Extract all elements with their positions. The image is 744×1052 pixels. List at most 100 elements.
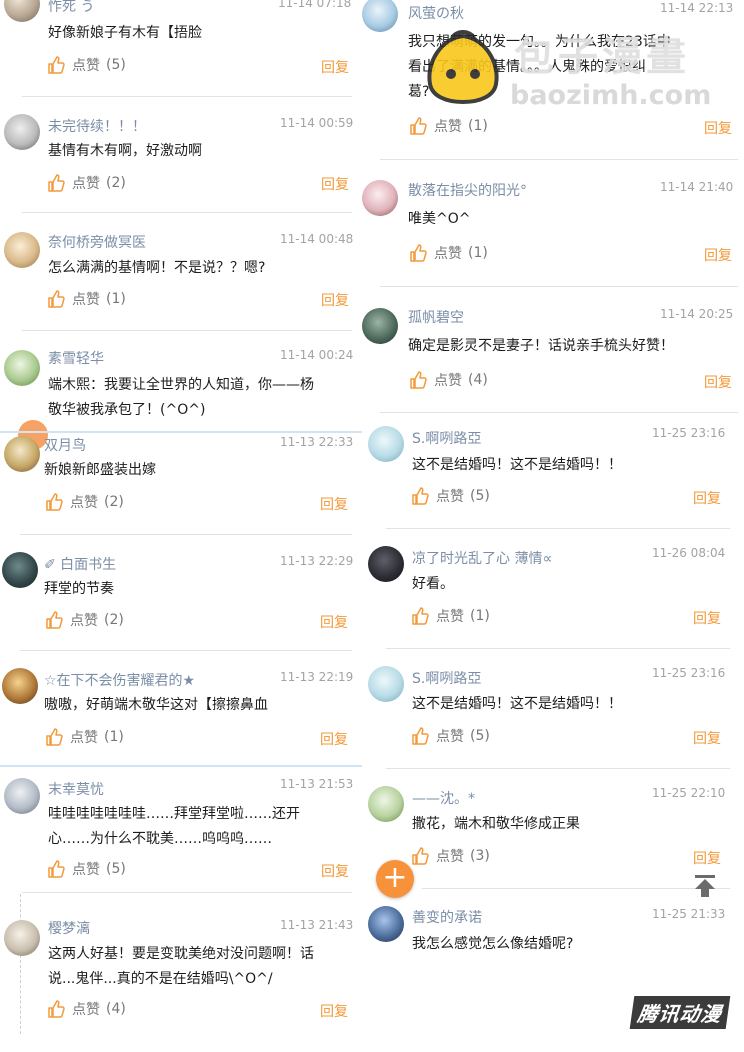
reply-button[interactable]: 回复 [320,1001,348,1021]
comment-username[interactable]: 怍死 う [48,0,94,16]
comment-username[interactable]: 未完待续！！！ [48,116,146,136]
comment-username[interactable]: 末幸莫忧 [48,779,104,799]
reply-button[interactable]: 回复 [321,57,349,77]
arrow-up-icon[interactable] [692,873,718,899]
avatar[interactable] [368,786,404,822]
reply-button[interactable]: 回复 [704,372,732,392]
like-button[interactable]: 点赞 (1) [408,242,488,264]
reply-button[interactable]: 回复 [321,290,349,310]
like-button[interactable]: 点赞 (1) [44,726,124,748]
comment-username[interactable]: 善变的承诺 [412,907,482,927]
avatar[interactable] [362,308,398,344]
avatar[interactable] [368,906,404,942]
reply-button[interactable]: 回复 [320,494,348,514]
like-label: 点赞 [434,246,462,262]
comment-time: 11-13 21:53 [280,777,354,791]
comment-item: S.啊咧路亞 11-25 23:16 这不是结婚吗！这不是结婚吗！！ 点赞 (5… [362,420,744,530]
thumb-up-icon [48,1000,65,1018]
comment-time: 11-13 21:43 [280,918,354,932]
reply-button[interactable]: 回复 [693,488,721,508]
divider [20,534,352,535]
avatar[interactable] [4,350,40,386]
comment-text: 这两人好基！要是变耽美绝对没问题啊！话 [48,946,314,962]
comment-username[interactable]: 樱梦漓 [48,918,90,938]
like-button[interactable]: 点赞 (4) [408,369,488,391]
like-button[interactable]: 点赞 (2) [44,609,124,631]
comment-item: 奈何桥旁做冥医 11-14 00:48 怎么满满的基情啊！不是说？？嗯? 点赞 … [0,226,362,326]
comment-username[interactable]: 凉了时光乱了心 薄情∝ [412,548,552,568]
reply-button[interactable]: 回复 [321,174,349,194]
divider [422,888,730,889]
reply-button[interactable]: 回复 [704,118,732,138]
like-button[interactable]: 点赞 (5) [410,485,490,507]
reply-button[interactable]: 回复 [693,848,721,868]
reply-button[interactable]: 回复 [320,729,348,749]
avatar[interactable] [4,436,40,472]
comment-text: 好像新娘子有木有【捂脸 [48,25,202,41]
like-button[interactable]: 点赞 (1) [410,605,490,627]
avatar[interactable] [362,180,398,216]
avatar[interactable] [362,0,398,32]
avatar[interactable] [368,426,404,462]
comment-username[interactable]: 风萤の秋 [408,3,464,23]
comment-time: 11-14 00:48 [280,232,354,246]
avatar[interactable] [2,552,38,588]
comment-username[interactable]: S.啊咧路亞 [412,668,481,688]
right-comment-column: 风萤の秋 11-14 22:13 我只想萌萌的发一句。。为什么我在23话中 看出… [362,0,744,1052]
avatar[interactable] [4,114,40,150]
like-button[interactable]: 点赞 (5) [46,858,126,880]
like-count: (1) [468,245,488,261]
avatar[interactable] [4,232,40,268]
comment-text: 撒花，端木和敬华修成正果 [412,816,580,832]
comment-username[interactable]: 孤帆碧空 [408,307,464,327]
comment-time: 11-25 23:16 [652,666,726,680]
comment-username[interactable]: S.啊咧路亞 [412,428,481,448]
comment-item: 怍死 う 11-14 07:18 好像新娘子有木有【捂脸 点赞 (5) 回复 [0,0,362,96]
avatar[interactable] [2,668,38,704]
comment-text: 基情有木有啊，好激动啊 [48,143,202,159]
comment-time: 11-14 00:59 [280,116,354,130]
comment-username[interactable]: ——沈。* [412,788,475,808]
avatar[interactable] [4,920,40,956]
comment-username[interactable]: ✐ 白面书生 [44,554,116,574]
comment-text: 确定是影灵不是妻子！话说亲手梳头好赞！ [408,338,674,354]
comment-time: 11-25 22:10 [652,786,726,800]
comment-text: 唯美^O^ [408,211,471,227]
comment-username[interactable]: 奈何桥旁做冥医 [48,232,146,252]
thumb-up-icon [46,493,63,511]
avatar[interactable] [368,666,404,702]
like-button[interactable]: 点赞 (5) [410,725,490,747]
comment-username[interactable]: 双月鸟 [44,435,86,455]
like-button[interactable]: 点赞 (2) [46,172,126,194]
like-count: (1) [104,729,124,745]
avatar[interactable] [368,546,404,582]
like-button[interactable]: 点赞 (1) [46,288,126,310]
reply-button[interactable]: 回复 [320,612,348,632]
like-label: 点赞 [436,729,464,745]
comment-time: 11-25 23:16 [652,426,726,440]
like-label: 点赞 [72,176,100,192]
divider [386,768,730,769]
comment-time: 11-14 21:40 [660,180,734,194]
like-button[interactable]: 点赞 (4) [46,998,126,1020]
like-button[interactable]: 点赞 (5) [46,54,126,76]
thumb-up-icon [412,847,429,865]
comment-text: 怎么满满的基情啊！不是说？？嗯? [48,260,266,276]
reply-button[interactable]: 回复 [704,245,732,265]
like-button[interactable]: 点赞 (1) [408,115,488,137]
reply-button[interactable]: 回复 [693,728,721,748]
avatar[interactable] [4,0,40,22]
thumb-up-icon [48,56,65,74]
add-comment-button[interactable]: + [376,860,414,898]
reply-button[interactable]: 回复 [321,861,349,881]
like-count: (1) [470,608,490,624]
comment-item: 善变的承诺 11-25 21:33 我怎么感觉怎么像结婚呢? [362,900,744,980]
comment-username[interactable]: 素雪轻华 [48,348,104,368]
avatar[interactable] [4,778,40,814]
like-button[interactable]: 点赞 (2) [44,491,124,513]
comment-username[interactable]: 散落在指尖的阳光° [408,180,527,200]
comment-username[interactable]: ☆在下不会伤害耀君的★ [44,670,195,690]
like-label: 点赞 [72,1002,100,1018]
reply-button[interactable]: 回复 [693,608,721,628]
like-button[interactable]: 点赞 (3) [410,845,490,867]
